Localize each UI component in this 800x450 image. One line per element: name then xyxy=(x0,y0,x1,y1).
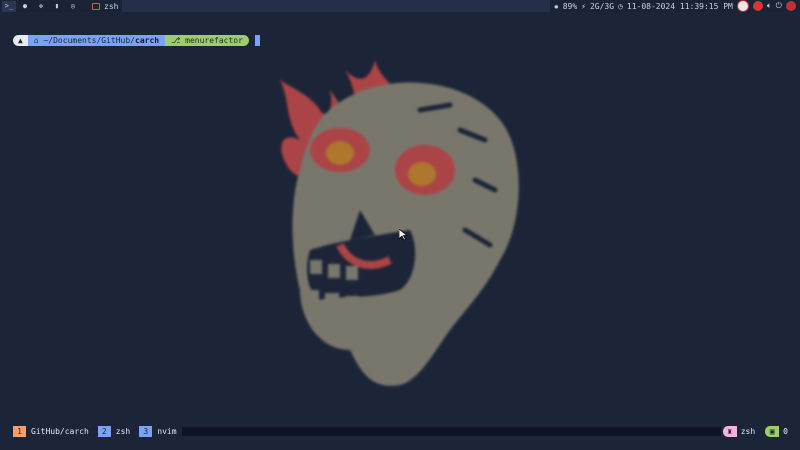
terminal-app-icon xyxy=(92,2,100,10)
skull-tray-icon[interactable] xyxy=(736,0,749,12)
clock-icon: ◷ xyxy=(618,1,623,11)
session-name: zsh xyxy=(740,427,756,436)
move-icon[interactable]: ✥ xyxy=(34,1,48,12)
pane-count: 0 xyxy=(783,427,788,436)
window-title: zsh xyxy=(104,1,119,11)
mouse-pointer-icon xyxy=(399,229,408,241)
os-icon: ▲ xyxy=(18,36,23,45)
os-segment: ▲ xyxy=(13,35,28,46)
top-panel: >_ ● ✥ ▮ ◎ zsh ✹ 89% ⚡ 2G/3G ◷ 11-08-202… xyxy=(0,0,800,12)
panel-spacer xyxy=(122,0,550,12)
window-name: zsh xyxy=(115,427,131,436)
shell-prompt: ▲ ⌂ ~/Documents/GitHub/carch ⎇ menurefac… xyxy=(13,35,260,46)
path-prefix: ~/Documents/GitHub/ xyxy=(43,36,135,45)
tmux-window-2[interactable]: 2 zsh xyxy=(97,426,135,437)
folder-icon: ⌂ xyxy=(33,36,39,45)
tmux-session-info: ♜ zsh ▣ 0 xyxy=(722,426,800,437)
pane-icon: ▣ xyxy=(765,426,780,437)
git-segment: ⎇ menurefactor xyxy=(165,35,249,46)
active-window[interactable]: zsh xyxy=(92,2,118,11)
tmux-window-3[interactable]: 3 nvim xyxy=(139,426,181,437)
path-current: carch xyxy=(135,36,160,45)
document-icon[interactable]: ▮ xyxy=(50,1,64,12)
record-tray-icon[interactable] xyxy=(752,1,763,11)
battery-icon: ✹ xyxy=(553,1,559,11)
path-segment: ⌂ ~/Documents/GitHub/carch xyxy=(27,35,166,46)
desktop: >_ ● ✥ ▮ ◎ zsh ✹ 89% ⚡ 2G/3G ◷ 11-08-202… xyxy=(0,0,800,450)
avatar[interactable] xyxy=(786,1,796,11)
workspace-launchers: >_ ● ✥ ▮ ◎ xyxy=(0,0,80,12)
network-status: 2G/3G xyxy=(589,1,615,11)
battery-level: 89% xyxy=(562,1,578,11)
status-fill xyxy=(181,427,721,436)
datetime[interactable]: 11-08-2024 11:39:15 PM xyxy=(627,2,733,11)
window-index: 3 xyxy=(139,426,153,437)
power-icon[interactable]: ⏻ xyxy=(776,1,782,11)
window-index: 1 xyxy=(13,426,26,437)
git-branch-icon: ⎇ xyxy=(171,36,181,45)
tmux-status-bar: 1 GitHub/carch 2 zsh 3 nvim ♜ zsh ▣ 0 xyxy=(0,425,800,438)
text-cursor[interactable] xyxy=(254,35,260,46)
git-branch: menurefactor xyxy=(185,36,243,45)
volume-icon[interactable]: 🔈︎ xyxy=(767,1,772,11)
session-icon: ♜ xyxy=(722,426,737,437)
window-name: GitHub/carch xyxy=(31,427,89,436)
network-icon: ⚡ xyxy=(581,1,586,11)
skull-wallpaper xyxy=(280,60,519,386)
window-name: nvim xyxy=(157,427,177,436)
settings-icon[interactable]: ◎ xyxy=(66,1,80,12)
system-tray: ✹ 89% ⚡ 2G/3G ◷ 11-08-2024 11:39:15 PM 🔈… xyxy=(554,0,800,12)
tmux-window-1[interactable]: 1 GitHub/carch xyxy=(13,426,94,437)
window-index: 2 xyxy=(97,426,111,437)
circle-icon[interactable]: ● xyxy=(18,1,32,12)
terminal-icon[interactable]: >_ xyxy=(2,0,16,12)
